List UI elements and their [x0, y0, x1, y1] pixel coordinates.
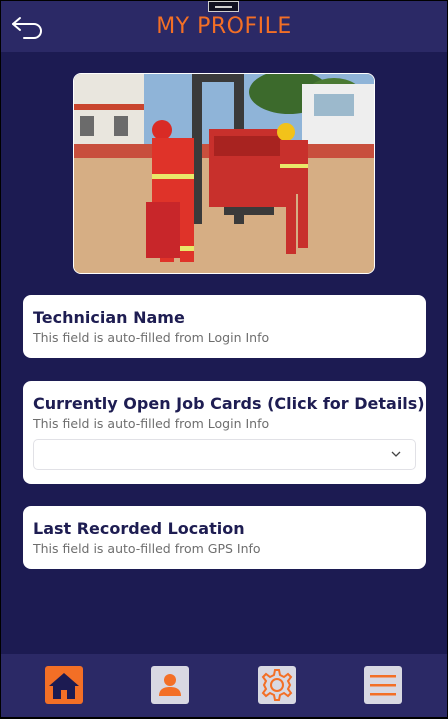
job-cards-dropdown[interactable]: [33, 439, 416, 470]
top-bar: MY PROFILE: [1, 1, 447, 52]
last-location-title: Last Recorded Location: [33, 519, 245, 538]
job-cards-hint: This field is auto-filled from Login Inf…: [33, 416, 270, 431]
bottom-nav: [1, 654, 447, 717]
profile-photo: [73, 73, 375, 274]
hamburger-menu-icon: [370, 675, 396, 696]
technician-name-title: Technician Name: [33, 308, 185, 327]
window-handle[interactable]: [208, 1, 239, 12]
nav-settings-button[interactable]: [258, 666, 296, 704]
job-cards-title[interactable]: Currently Open Job Cards (Click for Deta…: [33, 394, 425, 413]
technician-name-hint: This field is auto-filled from Login Inf…: [33, 330, 270, 345]
nav-profile-button[interactable]: [151, 666, 189, 704]
nav-menu-button[interactable]: [364, 666, 402, 704]
last-location-hint: This field is auto-filled from GPS Info: [33, 541, 261, 556]
gear-icon: [261, 669, 293, 701]
technicians-photo: [74, 74, 374, 273]
home-icon: [49, 673, 79, 699]
nav-home-button[interactable]: [45, 666, 83, 704]
profile-screen: MY PROFILE Technician Name This field is…: [1, 1, 447, 717]
chevron-down-icon: [391, 451, 401, 457]
last-location-card: Last Recorded Location This field is aut…: [23, 506, 426, 569]
person-icon: [159, 674, 181, 696]
job-cards-card[interactable]: Currently Open Job Cards (Click for Deta…: [23, 381, 426, 484]
page-title: MY PROFILE: [156, 14, 292, 39]
technician-name-card: Technician Name This field is auto-fille…: [23, 295, 426, 358]
